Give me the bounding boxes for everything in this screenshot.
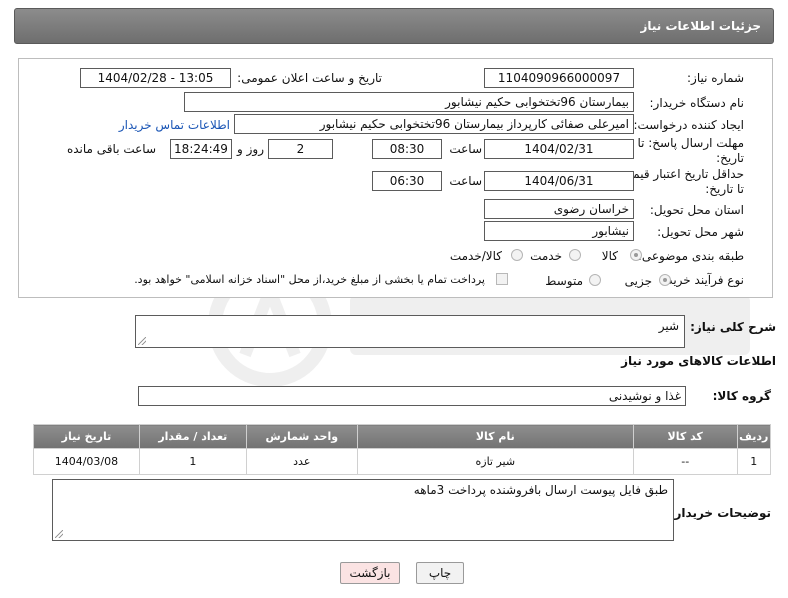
goods-table: ردیف کد کالا نام کالا واحد شمارش تعداد /… [33, 424, 772, 475]
resize-grip-icon[interactable] [55, 530, 63, 538]
process-option-minor: جزیی [624, 274, 652, 288]
city-field: نیشابور [484, 221, 634, 241]
city-label: شهر محل تحویل: [657, 225, 744, 239]
process-radio-minor[interactable] [659, 274, 671, 286]
category-radio-goods-service[interactable] [511, 249, 523, 261]
buyer-notes-text: طبق فایل پیوست ارسال بافروشنده پرداخت 3م… [413, 483, 668, 497]
validity-time-label: ساعت [449, 174, 482, 188]
category-option-goods: کالا [601, 249, 618, 263]
cell-row: 1 [736, 448, 772, 475]
print-button[interactable]: چاپ [416, 562, 464, 584]
cell-code: -- [632, 448, 738, 475]
buyer-contact-link[interactable]: اطلاعات تماس خریدار [119, 118, 230, 132]
remaining-time-field: 18:24:49 [170, 139, 232, 159]
creator-label: ایجاد کننده درخواست: [633, 118, 744, 132]
back-button[interactable]: بازگشت [340, 562, 400, 584]
category-radio-service[interactable] [569, 249, 581, 261]
cell-unit: عدد [245, 448, 358, 475]
days-label: روز و [237, 142, 264, 156]
description-textarea[interactable]: شیر [135, 315, 685, 348]
description-text: شیر [658, 319, 679, 333]
buyer-org-label: نام دستگاه خریدار: [649, 96, 745, 110]
province-field: خراسان رضوی [484, 199, 634, 219]
deadline-time-field: 08:30 [372, 139, 442, 159]
category-radio-goods[interactable] [630, 249, 642, 261]
creator-field: امیرعلی صفائی کارپرداز بیمارستان 96تختخو… [234, 114, 634, 134]
page-header: جزئیات اطلاعات نیاز [14, 8, 774, 44]
validity-date-field: 1404/06/31 [484, 171, 634, 191]
validity-label: حداقل تاریخ اعتبار قیمت: [617, 167, 744, 181]
deadline-time-label: ساعت [449, 142, 482, 156]
process-option-medium: متوسط [545, 274, 583, 288]
announce-datetime-field: 1404/02/28 - 13:05 [80, 68, 231, 88]
deadline-label-date: تاریخ: [716, 151, 744, 165]
col-code: کد کالا [632, 424, 738, 449]
goods-section-title: اطلاعات کالاهای مورد نیاز [621, 354, 776, 368]
category-option-service: خدمت [530, 249, 562, 263]
goods-group-label: گروه کالا: [712, 389, 771, 403]
col-qty: تعداد / مقدار [138, 424, 247, 449]
col-unit: واحد شمارش [245, 424, 358, 449]
province-label: استان محل تحویل: [649, 203, 744, 217]
process-radio-medium[interactable] [589, 274, 601, 286]
col-row: ردیف [736, 424, 772, 449]
buyer-notes-label: توضیحات خریدار: [669, 506, 771, 520]
treasury-payment-note: پرداخت تمام یا بخشی از مبلغ خرید،از محل … [134, 273, 485, 286]
cell-date: 1404/03/08 [33, 448, 140, 475]
buyer-notes-textarea[interactable]: طبق فایل پیوست ارسال بافروشنده پرداخت 3م… [52, 479, 674, 541]
validity-time-field: 06:30 [372, 171, 442, 191]
cell-name: شیر تازه [356, 448, 634, 475]
process-type-label: نوع فرآیند خرید : [659, 273, 744, 287]
resize-grip-icon[interactable] [138, 337, 146, 345]
col-date: تاریخ نیاز [33, 424, 140, 449]
deadline-label: مهلت ارسال پاسخ: تا [637, 136, 744, 150]
table-row: 1 -- شیر تازه عدد 1 1404/03/08 [33, 448, 772, 475]
announce-label: تاریخ و ساعت اعلان عمومی: [237, 71, 382, 85]
category-label: طبقه بندی موضوعی: [637, 249, 744, 263]
col-name: نام کالا [356, 424, 634, 449]
cell-qty: 1 [138, 448, 247, 475]
description-label: شرح کلی نیاز: [690, 320, 776, 334]
category-option-goods-service: کالا/خدمت [449, 249, 502, 263]
days-remaining-field: 2 [268, 139, 333, 159]
goods-group-field: غذا و نوشیدنی [138, 386, 686, 406]
treasury-payment-checkbox[interactable] [496, 273, 508, 285]
deadline-date-field: 1404/02/31 [484, 139, 634, 159]
remaining-label: ساعت باقی مانده [66, 142, 156, 156]
page-title: جزئیات اطلاعات نیاز [640, 19, 761, 33]
validity-label-date: تا تاریخ: [705, 182, 744, 196]
buyer-org-field: بیمارستان 96تختخوابی حکیم نیشابور [184, 92, 634, 112]
need-number-field: 1104090966000097 [484, 68, 634, 88]
need-number-label: شماره نیاز: [687, 71, 744, 85]
